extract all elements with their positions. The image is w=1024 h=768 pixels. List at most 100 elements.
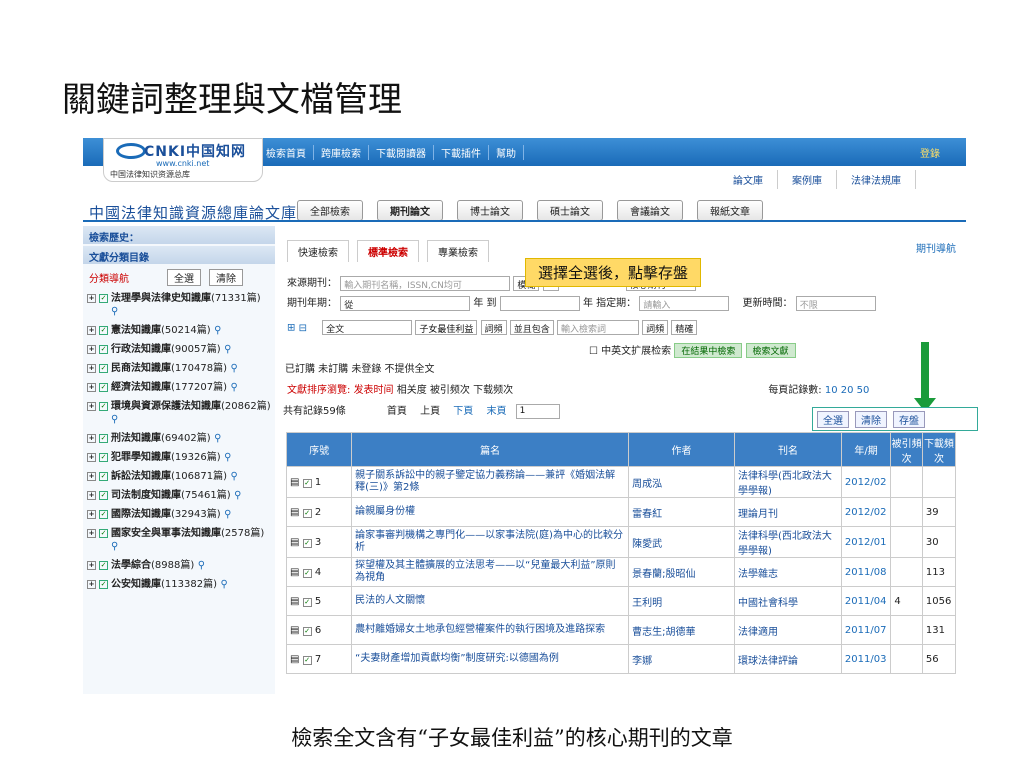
menu-help[interactable]: 幫助: [489, 145, 524, 160]
row-no[interactable]: ▤ ✓ 6: [285, 615, 353, 645]
row-title[interactable]: 民法的人文關懷: [351, 586, 630, 616]
journal-nav-link[interactable]: 期刊導航: [916, 240, 956, 255]
magnifier-icon[interactable]: ⚲: [230, 382, 237, 393]
magnifier-icon[interactable]: ⚲: [198, 560, 205, 571]
category-item[interactable]: + ✓ 犯罪學知識庫(19326篇) ⚲: [83, 448, 275, 467]
magnifier-icon[interactable]: ⚲: [234, 490, 241, 501]
magnifier-icon[interactable]: ⚲: [224, 344, 231, 355]
row-year[interactable]: 2012/01: [840, 526, 892, 558]
menu-plugin-download[interactable]: 下載插件: [434, 145, 489, 160]
tab-laws[interactable]: 法律法規庫: [837, 170, 916, 189]
row-year[interactable]: 2011/07: [840, 615, 892, 645]
magnifier-icon[interactable]: ⚲: [230, 363, 237, 374]
magnifier-icon[interactable]: ⚲: [214, 325, 221, 336]
menu-cross-search[interactable]: 跨庫檢索: [314, 145, 369, 160]
keyword-input[interactable]: 子女最佳利益: [415, 320, 478, 335]
category-item[interactable]: + ✓ 民商法知識庫(170478篇) ⚲: [83, 359, 275, 378]
year-from-select[interactable]: 從: [340, 295, 471, 311]
tab-doctoral-theses[interactable]: 博士論文: [457, 200, 523, 221]
row-author[interactable]: 雷春紅: [628, 497, 735, 527]
table-row[interactable]: ▤ ✓ 6 農村離婚婦女土地承包經營權案件的執行困境及進路探索 曹志生;胡德華 法律適…: [285, 615, 957, 645]
expand-icon[interactable]: +: [87, 345, 96, 354]
row-year[interactable]: 2011/08: [840, 557, 892, 587]
magnifier-icon[interactable]: ⚲: [230, 471, 237, 482]
row-title[interactable]: 論親屬身份權: [351, 497, 630, 527]
row-no[interactable]: ▤ ✓ 2: [285, 497, 353, 527]
row-title[interactable]: 農村離婚婦女土地承包經營權案件的執行困境及進路探索: [351, 615, 630, 645]
row-year[interactable]: 2012/02: [840, 466, 892, 498]
row-author[interactable]: 景春蘭;殷昭仙: [628, 557, 735, 587]
search-history-header[interactable]: 檢索歷史：: [83, 226, 275, 244]
tab-standard-search[interactable]: 標準檢索: [357, 240, 419, 262]
category-checkbox[interactable]: ✓: [99, 326, 108, 335]
year-to-select[interactable]: [499, 295, 580, 311]
page-next[interactable]: 下頁: [453, 406, 473, 417]
keyword2-input[interactable]: 輸入檢索詞: [556, 320, 639, 335]
row-checkbox[interactable]: ✓: [302, 568, 312, 578]
expand-icon[interactable]: +: [87, 364, 96, 373]
tab-master-theses[interactable]: 碩士論文: [537, 200, 603, 221]
table-row[interactable]: ▤ ✓ 3 論家事審判機構之專門化——以家事法院(庭)為中心的比較分析 陳愛武 法律科…: [285, 526, 957, 558]
search-in-results-button[interactable]: 在結果中檢索: [674, 343, 743, 358]
row-checkbox[interactable]: ✓: [302, 655, 312, 665]
category-checkbox[interactable]: ✓: [99, 529, 108, 538]
tab-quick-search[interactable]: 快速檢索: [287, 240, 349, 262]
table-row[interactable]: ▤ ✓ 7 “夫妻財產增加貢獻均衡”制度研究:以德國為例 李娜 環球法律評論 2011/…: [285, 644, 957, 674]
expand-icon[interactable]: +: [87, 491, 96, 500]
category-item[interactable]: + ✓ 法理學與法律史知識庫(71331篇) ⚲: [83, 289, 275, 321]
row-checkbox[interactable]: ✓: [302, 538, 312, 548]
row-title[interactable]: 親子關系訴訟中的親子鑒定協力義務論——兼評《婚姻法解釋(三)》第2條: [351, 466, 630, 498]
row-year[interactable]: 2011/04: [840, 586, 892, 616]
row-checkbox[interactable]: ✓: [302, 597, 312, 607]
page-first[interactable]: 首頁: [387, 406, 407, 417]
row-no[interactable]: ▤ ✓ 5: [285, 586, 353, 616]
category-checkbox[interactable]: ✓: [99, 383, 108, 392]
category-item[interactable]: + ✓ 環境與資源保護法知識庫(20862篇) ⚲: [83, 397, 275, 429]
row-title[interactable]: “夫妻財產增加貢獻均衡”制度研究:以德國為例: [351, 644, 630, 674]
tab-journal-papers[interactable]: 期刊論文: [377, 200, 443, 221]
tab-newspaper-articles[interactable]: 報紙文章: [697, 200, 763, 221]
cnki-logo[interactable]: CNKI中国知网 www.cnki.net 中国法律知识资源总库: [103, 138, 263, 182]
category-checkbox[interactable]: ✓: [99, 561, 108, 570]
freq2-select[interactable]: 詞頻: [642, 320, 669, 335]
category-item[interactable]: + ✓ 訴訟法知識庫(106871篇) ⚲: [83, 467, 275, 486]
row-checkbox[interactable]: ✓: [302, 508, 312, 518]
page-last[interactable]: 末頁: [486, 406, 506, 417]
table-row[interactable]: ▤ ✓ 1 親子關系訴訟中的親子鑒定協力義務論——兼評《婚姻法解釋(三)》第2條周…: [285, 466, 957, 498]
tab-conference-papers[interactable]: 會議論文: [617, 200, 683, 221]
menu-reader-download[interactable]: 下載閱讀器: [369, 145, 434, 160]
category-checkbox[interactable]: ✓: [99, 345, 108, 354]
row-author[interactable]: 周成泓: [628, 466, 735, 498]
tab-advanced-search[interactable]: 專業檢索: [427, 240, 489, 262]
sort-by-date[interactable]: 发表时间: [354, 385, 394, 396]
period-input[interactable]: 請輸入: [639, 295, 730, 311]
category-checkbox[interactable]: ✓: [99, 453, 108, 462]
col-no[interactable]: 序號: [285, 432, 353, 467]
row-checkbox[interactable]: ✓: [302, 626, 312, 636]
magnifier-icon[interactable]: ⚲: [111, 541, 118, 552]
expand-icon[interactable]: +: [87, 434, 96, 443]
sort-by-downloads[interactable]: 下载频次: [473, 385, 513, 396]
row-journal[interactable]: 法律科學(西北政法大學學報): [734, 526, 842, 558]
expand-icon[interactable]: +: [87, 510, 96, 519]
category-checkbox[interactable]: ✓: [99, 491, 108, 500]
category-item[interactable]: + ✓ 公安知識庫(113382篇) ⚲: [83, 575, 275, 594]
row-author[interactable]: 曹志生;胡德華: [628, 615, 735, 645]
table-row[interactable]: ▤ ✓ 4 探望權及其主體擴展的立法思考——以“兒童最大利益”原則為視角 景春蘭;殷…: [285, 557, 957, 587]
magnifier-icon[interactable]: ⚲: [111, 414, 118, 425]
page-input[interactable]: 1: [515, 403, 560, 419]
select-all-button[interactable]: 全選: [817, 410, 849, 428]
row-author[interactable]: 陳愛武: [628, 526, 735, 558]
expand-icon[interactable]: +: [87, 326, 96, 335]
category-item[interactable]: + ✓ 國家安全與軍事法知識庫(2578篇) ⚲: [83, 524, 275, 556]
category-checkbox[interactable]: ✓: [99, 472, 108, 481]
category-checkbox[interactable]: ✓: [99, 364, 108, 373]
col-author[interactable]: 作者: [628, 432, 735, 467]
row-author[interactable]: 李娜: [628, 644, 735, 674]
page-prev[interactable]: 上頁: [420, 406, 440, 417]
col-journal[interactable]: 刊名: [734, 432, 842, 467]
col-title[interactable]: 篇名: [351, 432, 630, 467]
category-item[interactable]: + ✓ 行政法知識庫(90057篇) ⚲: [83, 340, 275, 359]
row-year[interactable]: 2011/03: [840, 644, 892, 674]
freq-select[interactable]: 詞頻: [480, 320, 507, 335]
